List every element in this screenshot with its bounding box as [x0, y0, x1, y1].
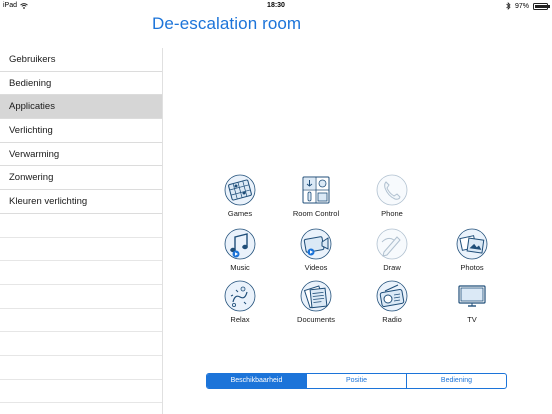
videos-icon — [300, 228, 332, 260]
app-label: Room Control — [292, 209, 340, 218]
radio-icon — [376, 280, 408, 312]
sidebar-item-verwarming[interactable]: Verwarming — [0, 143, 162, 167]
sidebar-item-label: Verlichting — [9, 125, 53, 137]
segment-bediening[interactable]: Bediening — [407, 374, 506, 388]
sidebar-empty-row — [0, 238, 162, 262]
games-icon — [224, 174, 256, 206]
app-label: Photos — [460, 263, 484, 272]
app-tv[interactable]: TV — [434, 280, 510, 330]
app-label: Radio — [382, 315, 402, 324]
app-games[interactable]: Games — [202, 174, 278, 224]
segment-positie[interactable]: Positie — [307, 374, 407, 388]
sidebar-empty-row — [0, 309, 162, 333]
app-label: Draw — [383, 263, 401, 272]
app-label: Games — [227, 209, 253, 218]
sidebar-item-label: Gebruikers — [9, 54, 56, 65]
battery-icon — [533, 2, 550, 10]
sidebar-empty-row — [0, 285, 162, 309]
sidebar-empty-row — [0, 261, 162, 285]
app-radio[interactable]: Radio — [354, 280, 430, 330]
page-title: De-escalation room — [152, 14, 302, 33]
relax-icon — [224, 280, 256, 312]
sidebar: Gebruikers Bediening Applicaties Verlich… — [0, 48, 162, 414]
sidebar-empty-row — [0, 214, 162, 238]
status-right: 97% — [506, 2, 550, 10]
sidebar-item-label: Bediening — [9, 77, 52, 89]
app-videos[interactable]: Videos — [278, 228, 354, 278]
room-control-icon — [302, 176, 330, 204]
tv-icon — [458, 285, 486, 307]
sidebar-empty-row — [0, 356, 162, 380]
app-relax[interactable]: Relax — [202, 280, 278, 330]
status-time: 18:30 — [267, 2, 285, 9]
sidebar-empty-row — [0, 332, 162, 356]
draw-icon — [376, 228, 408, 260]
sidebar-item-gebruikers[interactable]: Gebruikers — [0, 48, 162, 72]
music-icon — [224, 228, 256, 260]
app-label: Documents — [297, 315, 335, 324]
app-label: Videos — [304, 263, 328, 272]
segmented-control: Beschikbaarheid Positie Bediening — [206, 373, 507, 389]
app-label: TV — [467, 315, 477, 324]
phone-icon — [376, 174, 408, 206]
app-draw[interactable]: Draw — [354, 228, 430, 278]
sidebar-item-bediening[interactable]: Bediening — [0, 72, 162, 96]
app-label: Phone — [381, 209, 403, 218]
app-grid: Games Room Control Phone Music Videos Dr… — [202, 174, 522, 334]
sidebar-empty-row — [0, 380, 162, 404]
sidebar-item-label: Applicaties — [9, 101, 55, 113]
sidebar-item-applicaties[interactable]: Applicaties — [0, 95, 162, 120]
photos-icon — [456, 228, 488, 260]
sidebar-item-zonwering[interactable]: Zonwering — [0, 166, 162, 191]
sidebar-item-kleuren-verlichting[interactable]: Kleuren verlichting — [0, 190, 162, 214]
app-phone[interactable]: Phone — [354, 174, 430, 224]
sidebar-item-verlichting[interactable]: Verlichting — [0, 119, 162, 143]
app-music[interactable]: Music — [202, 228, 278, 278]
app-photos[interactable]: Photos — [434, 228, 510, 278]
bluetooth-icon — [506, 2, 511, 10]
battery-fill — [535, 4, 548, 8]
app-room-control[interactable]: Room Control — [278, 174, 354, 224]
documents-icon — [300, 280, 332, 312]
segment-beschikbaarheid[interactable]: Beschikbaarheid — [207, 374, 307, 388]
sidebar-item-label: Zonwering — [9, 172, 54, 184]
sidebar-item-label: Verwarming — [9, 148, 60, 160]
sidebar-item-label: Kleuren verlichting — [9, 196, 88, 208]
sidebar-divider — [162, 48, 163, 414]
app-documents[interactable]: Documents — [278, 280, 354, 330]
app-label: Music — [230, 263, 250, 272]
battery-percent: 97% — [514, 2, 529, 10]
status-bar: iPad 18:30 97% — [0, 0, 552, 12]
app-label: Relax — [230, 315, 250, 324]
